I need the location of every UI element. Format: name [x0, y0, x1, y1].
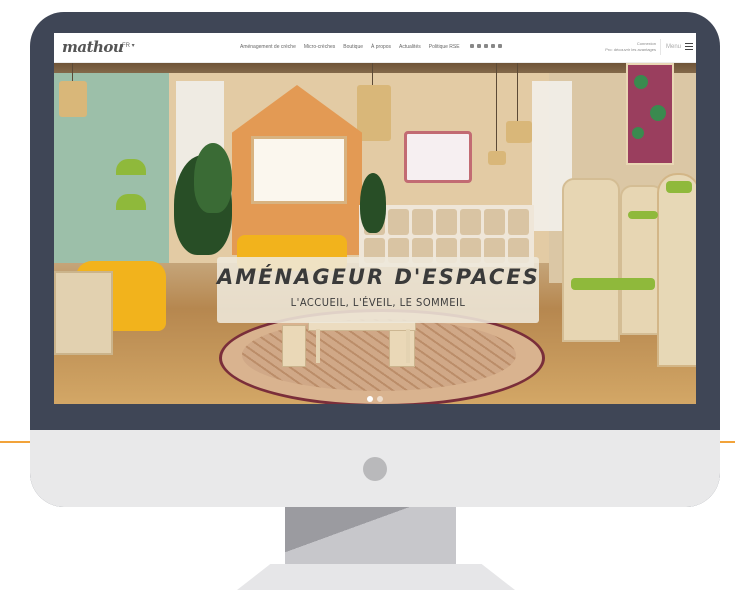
pendant-lamp — [506, 121, 532, 143]
hero-slider: AMÉNAGEUR D'ESPACES L'ACCUEIL, L'ÉVEIL, … — [54, 63, 696, 404]
storage-bench — [54, 271, 113, 355]
slider-dot-2[interactable] — [377, 396, 383, 402]
green-bench-seat — [571, 278, 655, 290]
slider-dots — [367, 396, 383, 402]
nav-link-politique-rse[interactable]: Politique RSE — [429, 44, 460, 50]
main-nav: Aménagement de crèche Micro-crèches Bout… — [240, 44, 502, 50]
pendant-lamp — [357, 85, 391, 141]
menu-button[interactable]: Menu — [660, 39, 695, 55]
site-logo[interactable]: mathou — [62, 38, 124, 56]
pinterest-icon[interactable] — [497, 44, 502, 48]
nav-link-boutique[interactable]: Boutique — [343, 44, 363, 50]
nav-link-micro-creches[interactable]: Micro-crèches — [304, 44, 335, 50]
connect-sublabel: Pro: découvrir les avantages — [605, 47, 656, 52]
hero-title: AMÉNAGEUR D'ESPACES — [217, 265, 540, 289]
linkedin-icon[interactable] — [483, 44, 488, 48]
wall-screen — [404, 131, 472, 183]
youtube-icon[interactable] — [490, 44, 495, 48]
instagram-icon[interactable] — [476, 44, 481, 48]
nav-link-a-propos[interactable]: À propos — [371, 44, 391, 50]
monitor-stand-neck — [285, 507, 456, 564]
hero-banner: AMÉNAGEUR D'ESPACES L'ACCUEIL, L'ÉVEIL, … — [217, 257, 539, 323]
menu-label: Menu — [666, 44, 682, 50]
language-selector[interactable]: FR ▾ — [122, 42, 135, 49]
power-button-icon — [363, 457, 387, 481]
hero-subtitle: L'ACCUEIL, L'ÉVEIL, LE SOMMEIL — [290, 296, 466, 309]
nav-link-actualites[interactable]: Actualités — [399, 44, 421, 50]
cloakroom-unit — [562, 178, 620, 342]
slider-dot-1[interactable] — [367, 396, 373, 402]
connect-link[interactable]: Connexion Pro: découvrir les avantages — [596, 41, 656, 53]
hamburger-icon — [685, 43, 693, 50]
nav-link-amenagement[interactable]: Aménagement de crèche — [240, 44, 296, 50]
pendant-lamp — [59, 81, 87, 117]
site-navbar: mathou FR ▾ Aménagement de crèche Micro-… — [54, 33, 696, 63]
monitor: mathou FR ▾ Aménagement de crèche Micro-… — [30, 12, 720, 507]
jungle-painting — [626, 63, 674, 165]
monitor-screen: mathou FR ▾ Aménagement de crèche Micro-… — [54, 33, 696, 404]
monitor-stand-base — [237, 564, 515, 590]
facebook-icon[interactable] — [469, 44, 474, 48]
social-icons — [469, 44, 502, 50]
pendant-lamp — [488, 151, 506, 165]
small-chair — [282, 325, 306, 367]
